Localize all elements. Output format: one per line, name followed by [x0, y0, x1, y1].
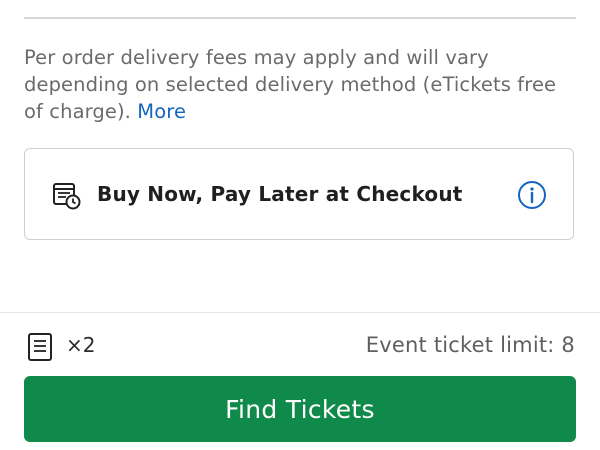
delivery-fee-text: Per order delivery fees may apply and wi…	[24, 46, 557, 123]
more-link[interactable]: More	[137, 100, 186, 123]
ticket-quantity[interactable]: ×2	[66, 333, 95, 357]
ticket-limit-text: Event ticket limit: 8	[365, 333, 575, 357]
buy-now-pay-later-card[interactable]: Buy Now, Pay Later at Checkout	[24, 148, 574, 240]
delivery-fee-note: Per order delivery fees may apply and wi…	[24, 44, 576, 125]
calendar-payment-icon	[52, 181, 82, 211]
ticket-icon	[27, 332, 53, 362]
section-divider	[24, 17, 576, 19]
buy-now-pay-later-label: Buy Now, Pay Later at Checkout	[97, 182, 463, 206]
find-tickets-button[interactable]: Find Tickets	[24, 376, 576, 442]
ticket-selection-panel: Per order delivery fees may apply and wi…	[0, 0, 600, 450]
info-icon[interactable]	[517, 180, 547, 210]
